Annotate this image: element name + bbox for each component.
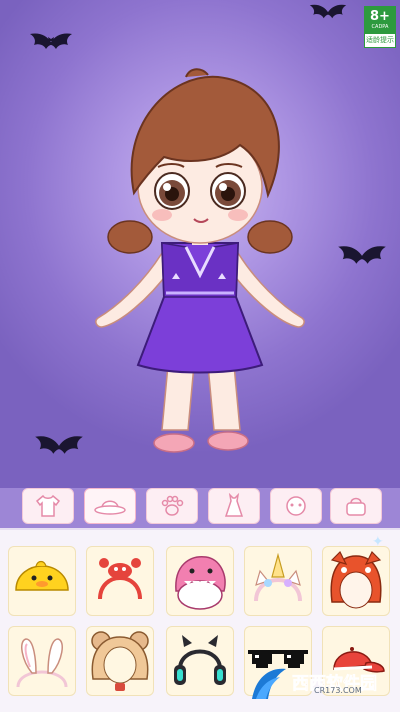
bat-icon	[309, 4, 347, 19]
shark-hood-icon	[175, 556, 226, 610]
site-watermark: 西西软件园 CR173.COM	[248, 664, 398, 704]
category-tab-bar	[0, 488, 400, 528]
bag-icon	[346, 497, 366, 516]
dress-icon	[224, 493, 244, 517]
bat-icon	[30, 33, 72, 49]
dress-up-character[interactable]	[90, 65, 310, 455]
item-bunny-ears[interactable]	[8, 626, 76, 696]
bat-icon	[338, 246, 386, 264]
item-cat-headphones[interactable]	[166, 626, 234, 696]
crab-headband-icon	[98, 558, 142, 600]
item-red-panda-hood[interactable]	[322, 546, 390, 616]
watermark-domain: CR173.COM	[314, 686, 362, 695]
duck-hat-icon	[15, 560, 69, 591]
hat-icon	[94, 500, 126, 515]
age-rating-badge: 8+ CADPA 适龄提示	[364, 6, 396, 48]
tab-dresses[interactable]	[208, 488, 260, 524]
bear-hood-icon	[91, 631, 149, 691]
tab-pets[interactable]	[146, 488, 198, 524]
tab-bags[interactable]	[330, 488, 382, 524]
age-rating-note: 适龄提示	[366, 36, 394, 44]
watermark-logo-icon	[252, 668, 286, 699]
item-shark-hood[interactable]	[166, 546, 234, 616]
paw-icon	[161, 495, 184, 516]
tab-hats[interactable]	[84, 488, 136, 524]
unicorn-headband-icon	[254, 553, 302, 602]
item-unicorn-headband[interactable]	[244, 546, 312, 616]
shirt-icon	[35, 494, 61, 517]
tab-faces[interactable]	[270, 488, 322, 524]
bunny-ears-icon	[16, 638, 68, 688]
age-rating-code: CADPA	[371, 24, 389, 30]
red-panda-hood-icon	[330, 550, 382, 609]
bat-icon	[35, 436, 83, 454]
tab-tops[interactable]	[22, 488, 74, 524]
item-bear-hood[interactable]	[86, 626, 154, 696]
face-icon	[286, 496, 306, 516]
dress-up-stage: 8+ CADPA 适龄提示	[0, 0, 400, 488]
cat-headphones-icon	[174, 635, 226, 685]
item-crab-headband[interactable]	[86, 546, 154, 616]
item-duck-hat[interactable]	[8, 546, 76, 616]
